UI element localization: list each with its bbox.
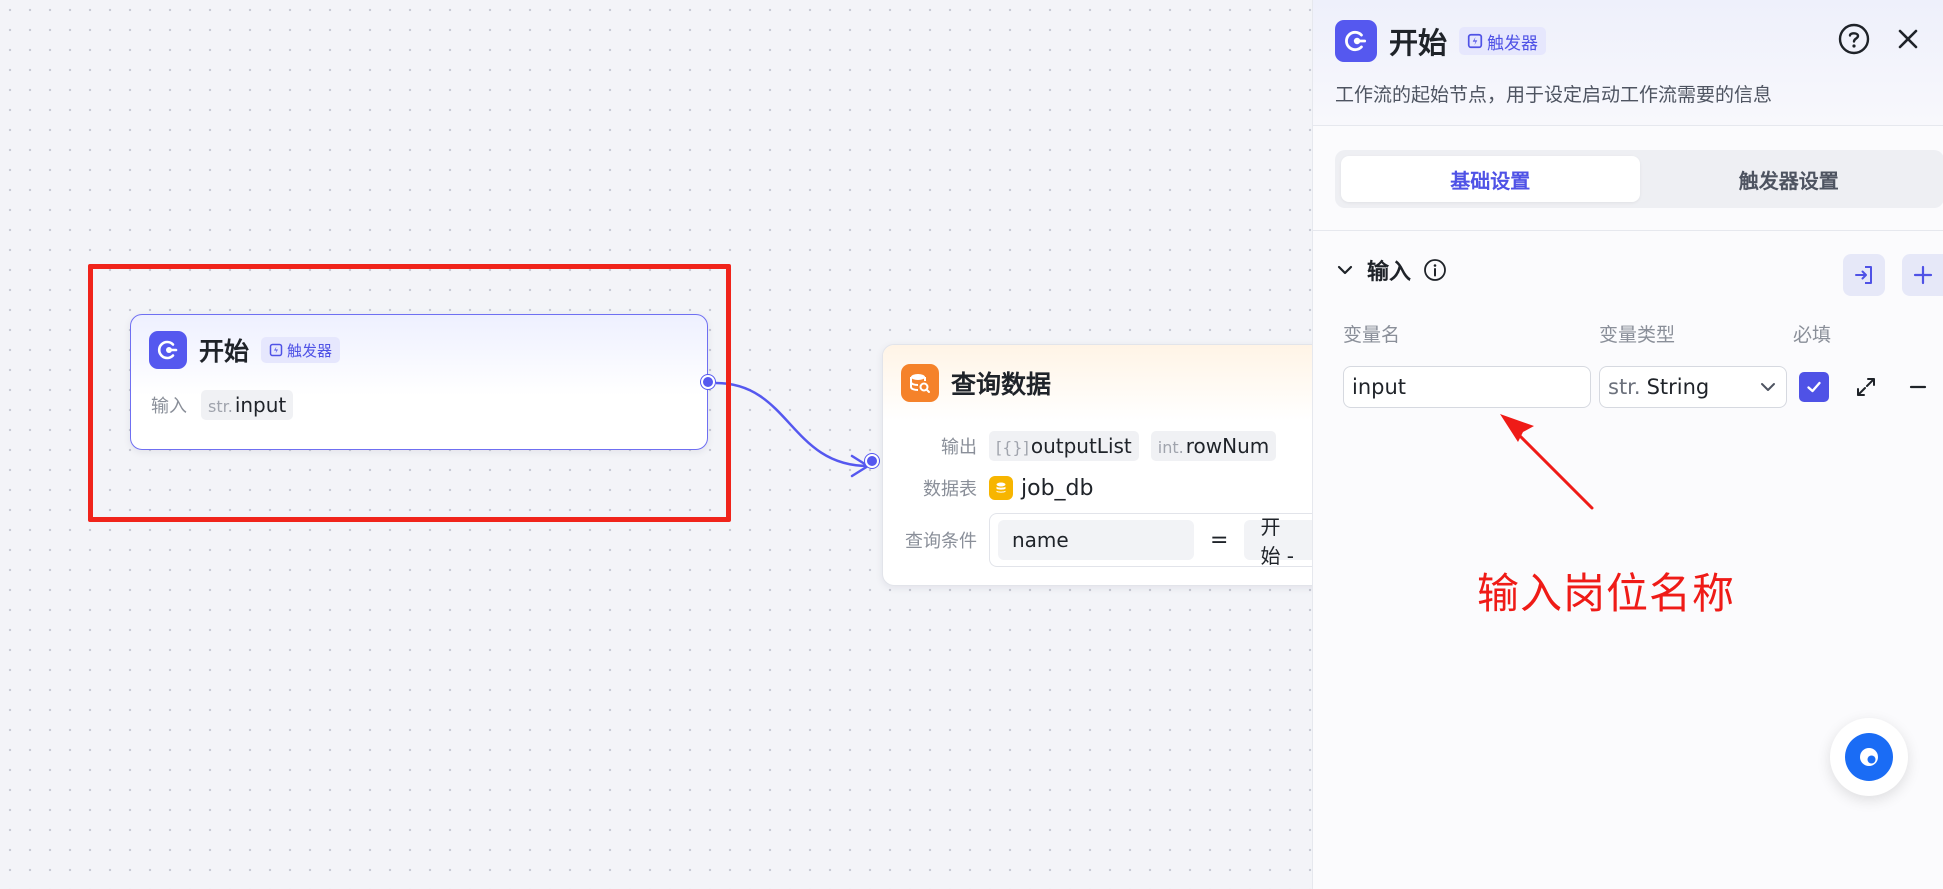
query-table-label: 数据表: [923, 479, 977, 500]
tab-trigger-settings[interactable]: 触发器设置: [1640, 156, 1939, 202]
check-icon: [1807, 381, 1821, 393]
tab-basic-settings[interactable]: 基础设置: [1341, 156, 1640, 202]
chevron-down-icon: [1761, 383, 1775, 391]
annotation-text: 输入岗位名称: [1477, 569, 1736, 618]
chevron-down-icon[interactable]: [1335, 260, 1355, 280]
panel-header: 开始 触发器 工作流的起始节点，用于设定启动工作流需要的信息: [1313, 0, 1943, 126]
start-node-icon: [149, 331, 187, 369]
close-icon[interactable]: [1891, 22, 1925, 56]
input-section-header[interactable]: 输入: [1335, 254, 1447, 286]
start-input-label: 输入: [151, 396, 187, 417]
query-node-title: 查询数据: [951, 370, 1052, 399]
start-node-title: 开始: [199, 337, 250, 366]
start-node[interactable]: 开始 触发器 输入 str. input: [130, 314, 708, 450]
query-input-port[interactable]: [865, 454, 879, 468]
variable-type-select[interactable]: str. String: [1599, 366, 1787, 408]
add-variable-button[interactable]: [1902, 254, 1943, 296]
condition-reference[interactable]: 开始 -: [1244, 515, 1314, 568]
input-section-title: 输入: [1367, 260, 1412, 285]
condition-operator[interactable]: =: [1204, 528, 1234, 553]
workflow-canvas[interactable]: 开始 触发器 输入 str. input 查询数据 输出 [{}] output…: [0, 0, 1322, 889]
minus-icon[interactable]: [1903, 372, 1933, 402]
expand-icon[interactable]: [1851, 372, 1881, 402]
add-icon: [1913, 265, 1933, 285]
trigger-badge: 触发器: [261, 337, 341, 363]
import-variable-button[interactable]: [1843, 254, 1885, 296]
condition-field[interactable]: name: [998, 520, 1194, 560]
query-condition-box: name = 开始 -: [989, 513, 1322, 568]
query-table-value: job_db: [989, 476, 1093, 501]
required-checkbox[interactable]: [1799, 372, 1829, 402]
trigger-badge: 触发器: [1459, 27, 1547, 55]
output-chip-list: [{}] outputList: [989, 431, 1139, 461]
panel-description: 工作流的起始节点，用于设定启动工作流需要的信息: [1335, 84, 1773, 106]
chat-button[interactable]: [1830, 718, 1908, 796]
database-query-icon: [901, 364, 939, 402]
start-input-chip: str. input: [201, 390, 294, 420]
column-header-name: 变量名: [1343, 324, 1401, 346]
help-icon[interactable]: [1837, 22, 1871, 56]
query-output-label: 输出: [941, 437, 977, 458]
chat-icon: [1845, 733, 1893, 781]
column-header-type: 变量类型: [1599, 324, 1676, 346]
column-header-required: 必填: [1793, 324, 1832, 346]
query-condition-label: 查询条件: [905, 531, 977, 552]
panel-tabs: 基础设置 触发器设置: [1335, 150, 1943, 208]
output-chip-rownum: int. rowNum: [1150, 431, 1277, 461]
panel-title[interactable]: 开始: [1389, 20, 1447, 62]
trigger-icon: [269, 343, 283, 357]
start-output-port[interactable]: [701, 375, 715, 389]
database-icon: [989, 476, 1013, 500]
start-node-icon: [1335, 20, 1377, 62]
divider: [1313, 230, 1943, 231]
query-data-node[interactable]: 查询数据 输出 [{}] outputList int. rowNum 数据表 …: [882, 344, 1322, 586]
import-icon: [1855, 266, 1872, 284]
trigger-icon: [1467, 33, 1483, 49]
info-icon[interactable]: [1423, 258, 1447, 282]
variable-name-input[interactable]: [1343, 366, 1591, 408]
